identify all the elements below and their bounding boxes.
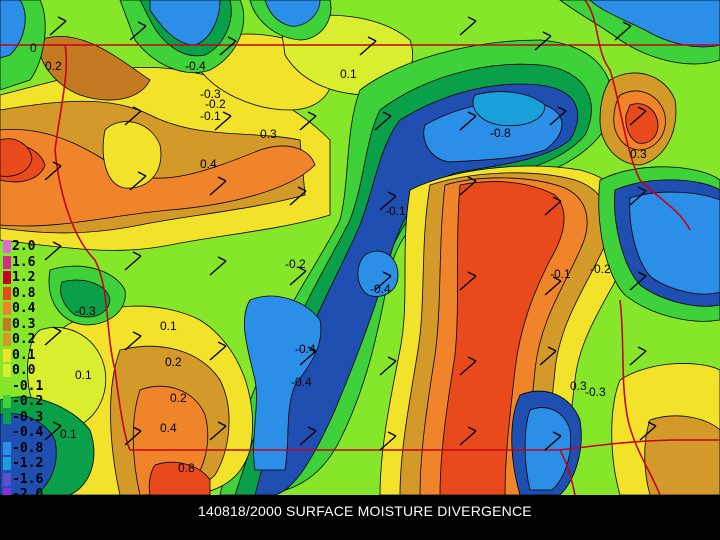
legend-swatch: [3, 333, 11, 346]
contour-label: -0.4: [185, 59, 206, 73]
contour-label: -0.1: [550, 267, 571, 281]
contour-label: 0.8: [178, 461, 195, 475]
legend-label: -0.3: [12, 409, 44, 425]
legend-label: 0.1: [12, 347, 36, 363]
contour-label: -0.2: [590, 262, 611, 276]
legend-label: 2.0: [12, 239, 36, 254]
legend-swatch: [3, 302, 11, 315]
legend-label: -0.2: [12, 394, 44, 409]
contour-label: -0.1: [200, 109, 221, 123]
contour-label: 0.2: [170, 391, 187, 405]
legend-label: 1.2: [12, 270, 36, 285]
contour-region: [644, 415, 720, 495]
contour-label: 0.1: [75, 368, 92, 382]
contour-label: 0.4: [160, 421, 177, 435]
color-legend: 2.0 1.6 1.2 0.8 0.4 0.3 0.2 0.1 0.0 -0.1 -0.2 -0.3-…: [0, 240, 52, 510]
legend-swatch: [3, 379, 11, 393]
contour-label: 0.3: [630, 147, 647, 161]
contour-label: -0.3: [75, 304, 96, 318]
contour-label: -0.8: [490, 126, 511, 140]
legend-label: -0.8: [12, 440, 44, 456]
legend-label: 0.3: [12, 316, 36, 332]
legend-label: -0.4: [12, 425, 44, 440]
contour-label: 0.1: [340, 67, 357, 81]
contour-label: -0.3: [585, 385, 606, 399]
legend-label: 0.8: [12, 285, 36, 301]
legend-swatch: [3, 426, 11, 439]
legend-swatch: [3, 364, 11, 377]
legend-label: 0.0: [12, 363, 36, 378]
caption-bar: 140818/2000 SURFACE MOISTURE DIVERGENCE: [0, 495, 720, 540]
legend-label: 0.2: [12, 332, 36, 347]
legend-swatch: [3, 395, 11, 408]
contour-label: 0.2: [165, 355, 182, 369]
legend-label: -1.6: [12, 471, 44, 487]
legend-swatch: [3, 410, 11, 424]
contour-label: 0.1: [60, 427, 77, 441]
contour-label: -0.4: [295, 342, 316, 356]
legend-swatch: [3, 255, 11, 269]
legend-label: 0.4: [12, 301, 36, 316]
legend-label: 1.6: [12, 254, 36, 270]
contour-label: -0.4: [291, 375, 312, 389]
contour-label: -0.2: [285, 257, 306, 271]
contour-label: 0.2: [45, 59, 62, 73]
legend-swatch: [3, 317, 11, 331]
legend-swatch: [3, 457, 11, 470]
contour-label: -0.1: [385, 204, 406, 218]
legend-label: -0.1: [12, 378, 44, 394]
contour-label: 0.1: [160, 319, 177, 333]
contour-label: -0.4: [370, 282, 391, 296]
legend-swatch: [3, 271, 11, 284]
legend-swatch: [3, 348, 11, 362]
legend-swatch: [3, 286, 11, 300]
legend-swatch: [3, 240, 11, 253]
contour-label: 0.4: [200, 157, 217, 171]
legend-swatch: [3, 441, 11, 455]
moisture-divergence-map: 00.10.2 -0.4-0.3-0.2-0.10.3 -0.80.4-0.20.1…: [0, 0, 720, 495]
legend-label: -1.2: [12, 456, 44, 471]
contour-label: 0.3: [260, 127, 277, 141]
contour-label: 0: [30, 41, 37, 55]
caption-text: 140818/2000 SURFACE MOISTURE DIVERGENCE: [198, 503, 532, 519]
legend-swatch: [3, 472, 11, 486]
